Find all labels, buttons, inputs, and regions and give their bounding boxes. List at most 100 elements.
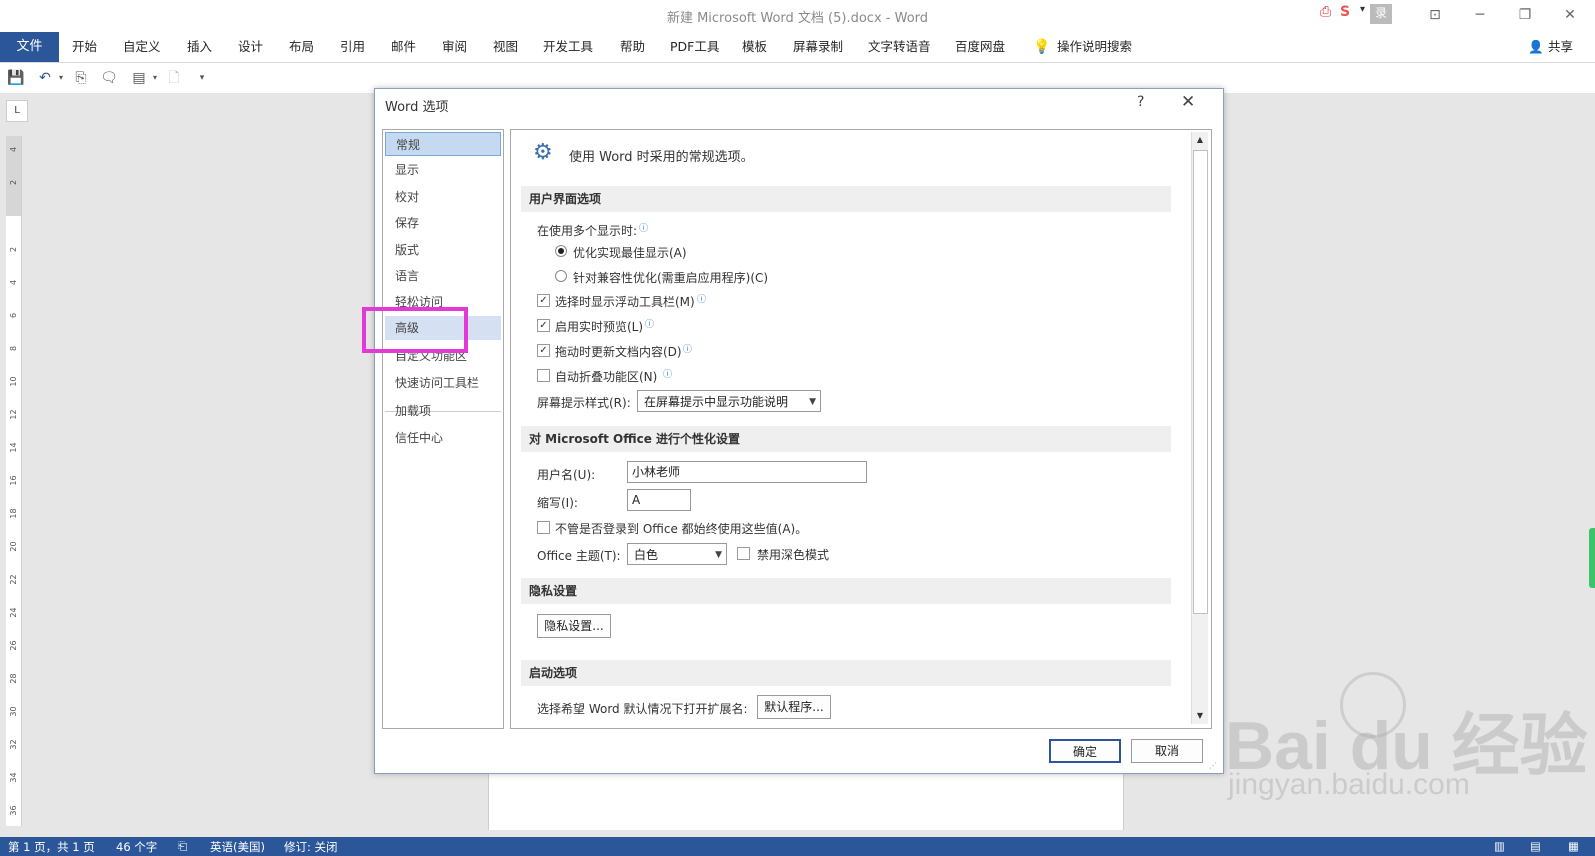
share-button[interactable]: 共享	[1548, 32, 1573, 62]
track-changes-status[interactable]: 修订: 关闭	[284, 839, 338, 855]
tab-help[interactable]: 帮助	[620, 32, 645, 62]
checkbox-mini-toolbar[interactable]: ✓	[537, 294, 550, 307]
scroll-up-icon[interactable]: ▲	[1192, 132, 1208, 148]
chevron-down-icon: ▼	[715, 550, 722, 560]
mini-toolbar-label[interactable]: 选择时显示浮动工具栏(M)	[555, 293, 695, 310]
copy-format-icon[interactable]: ⎘	[72, 69, 90, 87]
username-field[interactable]: 小林老师	[627, 461, 867, 483]
tab-home[interactable]: 开始	[72, 32, 97, 62]
tab-text-to-speech[interactable]: 文字转语音	[868, 32, 931, 62]
nav-item-language[interactable]: 语言	[385, 264, 501, 288]
scroll-thumb[interactable]	[1193, 150, 1208, 614]
tab-pdf-tools[interactable]: PDF工具	[670, 32, 719, 62]
initials-field[interactable]: A	[627, 489, 691, 511]
ok-button[interactable]: 确定	[1049, 739, 1121, 763]
tab-templates[interactable]: 模板	[742, 32, 767, 62]
resize-grip-icon[interactable]: ⋰	[1209, 761, 1217, 770]
page-count[interactable]: 第 1 页，共 1 页	[8, 839, 95, 855]
nav-item-display[interactable]: 显示	[385, 158, 501, 182]
dropdown-arrow-icon[interactable]: ▾	[1360, 4, 1365, 15]
read-mode-icon[interactable]: ▥	[1494, 839, 1505, 853]
lightbulb-icon[interactable]: 💡	[1033, 32, 1050, 62]
tab-mailings[interactable]: 邮件	[391, 32, 416, 62]
checkbox-dark-mode[interactable]	[737, 547, 750, 560]
ruler-number: 26	[9, 640, 18, 651]
restore-icon[interactable]: ❐	[1510, 5, 1540, 25]
pdf-icon[interactable]: ⎙	[1320, 4, 1331, 20]
ruler-number: 12	[9, 409, 18, 420]
print-layout-icon[interactable]: ▤	[1530, 839, 1541, 853]
login-button[interactable]: 录	[1370, 4, 1392, 24]
cancel-button[interactable]: 取消	[1131, 739, 1203, 763]
web-layout-icon[interactable]: ▦	[1568, 839, 1579, 853]
status-bar: 第 1 页，共 1 页 46 个字 ⎗ 英语(美国) 修订: 关闭 ▥ ▤ ▦	[0, 837, 1595, 856]
nav-item-proofing[interactable]: 校对	[385, 185, 501, 209]
tab-baidu-netdisk[interactable]: 百度网盘	[955, 32, 1005, 62]
radio-optimize-compat-label[interactable]: 针对兼容性优化(需重启应用程序)(C)	[573, 269, 768, 286]
language-status[interactable]: 英语(美国)	[210, 839, 265, 855]
tell-me-search[interactable]: 操作说明搜索	[1057, 32, 1132, 62]
close-window-icon[interactable]: ✕	[1555, 5, 1585, 25]
proofing-icon[interactable]: ⎗	[178, 839, 187, 854]
theme-select[interactable]: 白色 ▼	[627, 543, 727, 565]
always-use-label[interactable]: 不管是否登录到 Office 都始终使用这些值(A)。	[555, 520, 807, 537]
tab-file[interactable]: 文件	[0, 32, 59, 62]
ruler-number: 16	[9, 475, 18, 486]
save-icon[interactable]: 💾	[7, 69, 25, 87]
dark-mode-label[interactable]: 禁用深色模式	[757, 546, 829, 563]
screentip-select[interactable]: 在屏幕提示中显示功能说明 ▼	[637, 390, 821, 412]
tab-review[interactable]: 审阅	[442, 32, 467, 62]
customize-qat-icon[interactable]: ▾	[193, 69, 211, 87]
word-count[interactable]: 46 个字	[116, 839, 157, 855]
username-label: 用户名(U):	[537, 468, 596, 482]
ruler-number: 28	[9, 673, 18, 684]
ruler-number: 18	[9, 508, 18, 519]
live-preview-label[interactable]: 启用实时预览(L)	[555, 318, 643, 335]
scroll-down-icon[interactable]: ▼	[1192, 708, 1208, 724]
checkbox-update-drag[interactable]: ✓	[537, 344, 550, 357]
close-icon[interactable]: ✕	[1181, 92, 1195, 112]
page-header: 使用 Word 时采用的常规选项。	[569, 150, 754, 165]
new-document-icon[interactable]: 🗋	[165, 69, 183, 87]
tab-view[interactable]: 视图	[493, 32, 518, 62]
tab-developer[interactable]: 开发工具	[543, 32, 593, 62]
undo-dropdown-icon[interactable]: ▾	[52, 69, 70, 87]
side-widget[interactable]	[1589, 528, 1595, 588]
tab-selector[interactable]: L	[6, 100, 28, 122]
default-programs-button[interactable]: 默认程序...	[757, 695, 831, 719]
radio-optimize-compat[interactable]	[555, 270, 567, 282]
vertical-scrollbar[interactable]: ▲ ▼	[1191, 132, 1208, 724]
nav-item-quick-access[interactable]: 快速访问工具栏	[385, 371, 501, 395]
default-ext-label: 选择希望 Word 默认情况下打开扩展名:	[537, 702, 748, 716]
update-drag-label[interactable]: 拖动时更新文档内容(D)	[555, 343, 682, 360]
help-button[interactable]: ?	[1137, 94, 1144, 110]
tab-references[interactable]: 引用	[340, 32, 365, 62]
radio-optimize-display[interactable]	[555, 245, 567, 257]
nav-item-save[interactable]: 保存	[385, 211, 501, 235]
nav-item-general[interactable]: 常规	[385, 132, 501, 156]
collapse-ribbon-label[interactable]: 自动折叠功能区(N)	[555, 368, 657, 385]
options-content: ⚙ 使用 Word 时采用的常规选项。 用户界面选项 在使用多个显示时: ⓘ 优…	[510, 129, 1212, 729]
ribbon-display-icon[interactable]: ⊡	[1420, 5, 1450, 25]
ruler-number: 2	[9, 246, 18, 253]
tab-insert[interactable]: 插入	[187, 32, 212, 62]
sogou-icon[interactable]: S	[1340, 4, 1350, 20]
checkbox-collapse-ribbon[interactable]	[537, 369, 550, 382]
privacy-settings-button[interactable]: 隐私设置...	[537, 614, 611, 638]
tab-screen-record[interactable]: 屏幕录制	[793, 32, 843, 62]
ribbon-tabs: 开始 自定义 插入 设计 布局 引用 邮件 审阅 视图 开发工具 帮助 PDF工…	[0, 32, 1595, 63]
layout-dropdown-icon[interactable]: ▾	[146, 69, 164, 87]
checkbox-live-preview[interactable]: ✓	[537, 319, 550, 332]
checkbox-always-use[interactable]	[537, 521, 550, 534]
tab-custom[interactable]: 自定义	[123, 32, 161, 62]
dialog-title: Word 选项	[385, 100, 449, 115]
radio-optimize-display-label[interactable]: 优化实现最佳显示(A)	[573, 244, 687, 261]
nav-item-typography[interactable]: 版式	[385, 238, 501, 262]
minimize-icon[interactable]: ─	[1465, 5, 1495, 25]
ruler-number: 8	[9, 345, 18, 352]
tab-design[interactable]: 设计	[238, 32, 263, 62]
comment-icon[interactable]: 🗨	[100, 69, 118, 87]
nav-item-add-ins[interactable]: 加载项	[385, 399, 501, 423]
tab-layout[interactable]: 布局	[289, 32, 314, 62]
nav-item-trust-center[interactable]: 信任中心	[385, 426, 501, 450]
